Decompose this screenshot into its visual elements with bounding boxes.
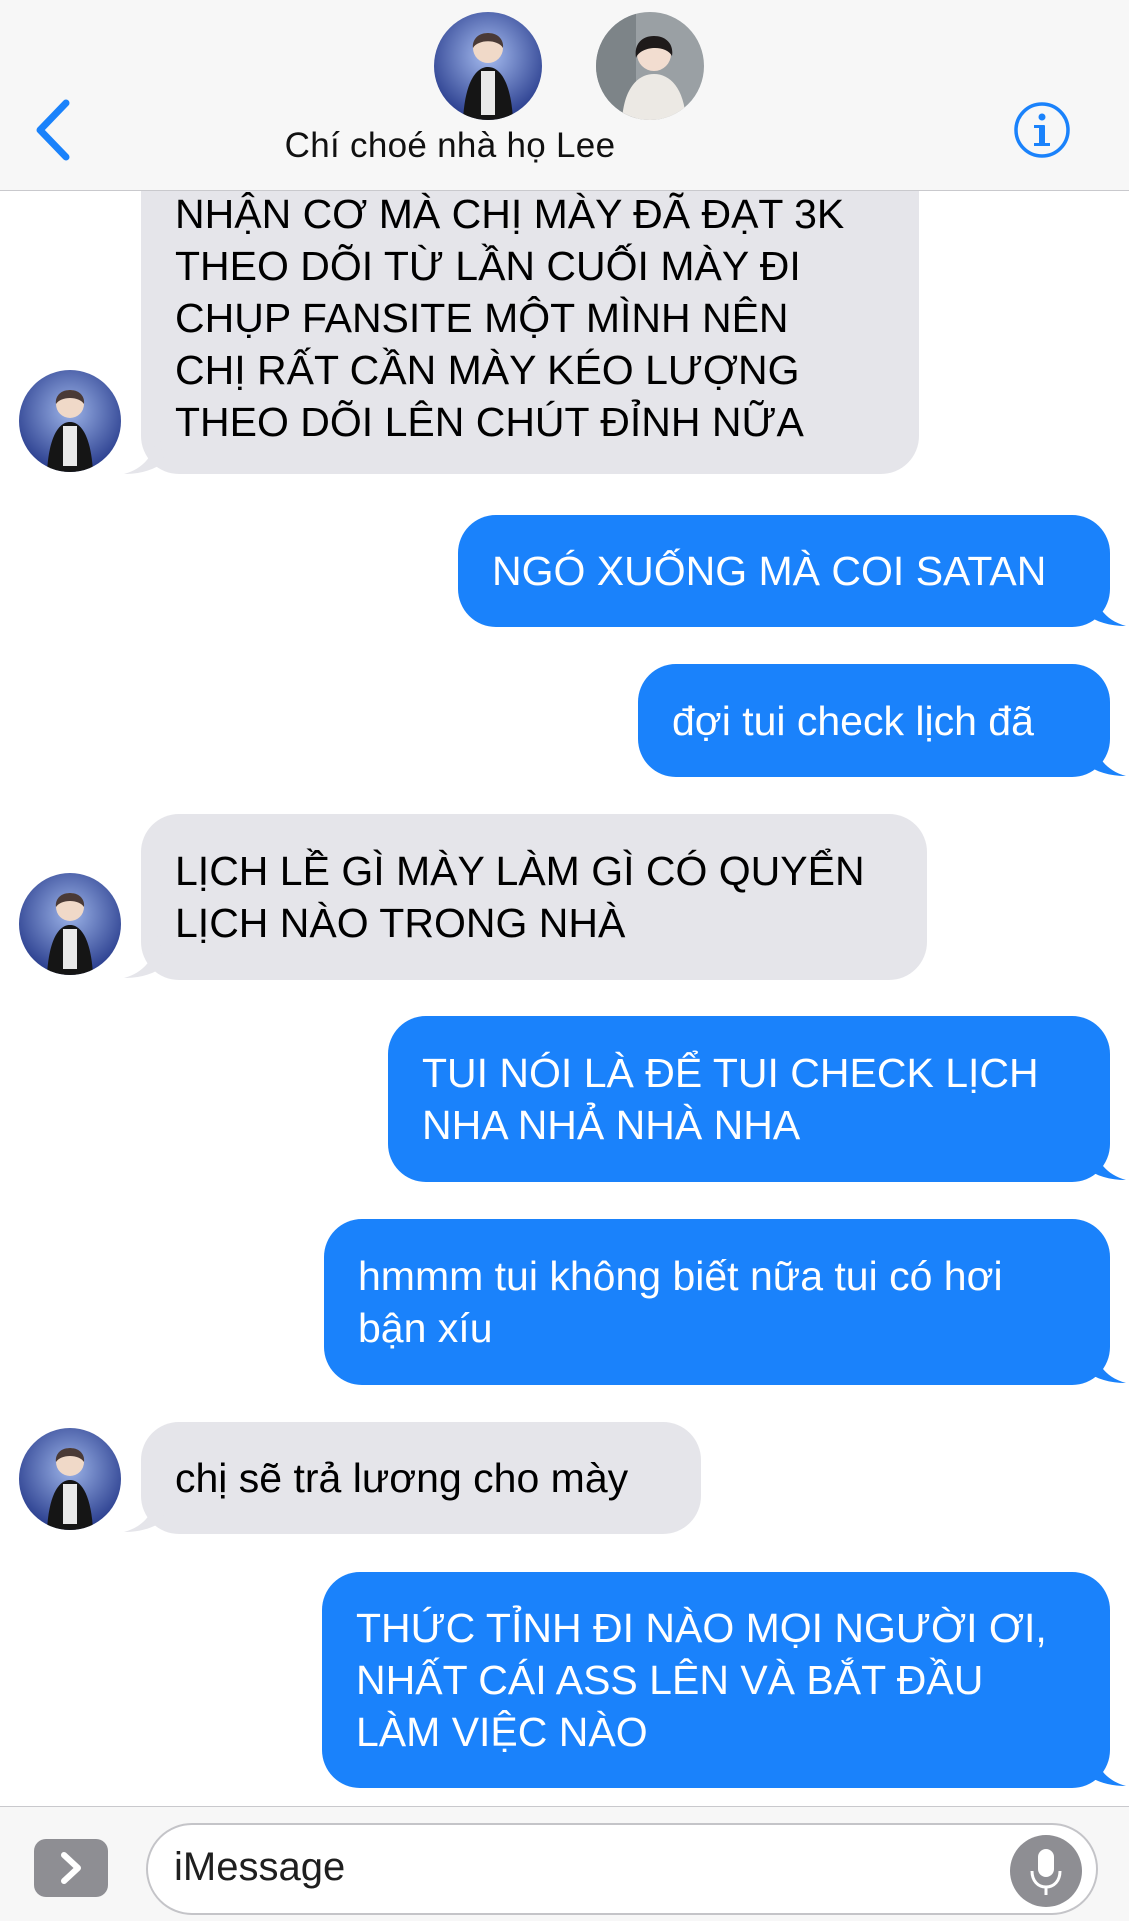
message-bubble-incoming[interactable]: LỊCH LỀ GÌ MÀY LÀM GÌ CÓ QUYỂN LỊCH NÀO … xyxy=(141,814,927,980)
person-avatar-icon xyxy=(596,12,704,120)
message-input[interactable]: iMessage xyxy=(146,1823,1098,1915)
microphone-icon xyxy=(1030,1849,1062,1895)
bubble-tail xyxy=(124,1488,164,1532)
bubble-tail xyxy=(1086,582,1126,626)
bubble-tail xyxy=(124,934,164,978)
sender-avatar[interactable] xyxy=(19,1428,121,1530)
message-bubble-outgoing[interactable]: đợi tui check lịch đã xyxy=(638,664,1110,777)
person-avatar-icon xyxy=(434,12,542,120)
dictation-button[interactable] xyxy=(1010,1835,1082,1907)
bubble-tail xyxy=(124,430,164,474)
message-bubble-outgoing[interactable]: hmmm tui không biết nữa tui có hơi bận x… xyxy=(324,1219,1110,1385)
bubble-tail xyxy=(1086,1339,1126,1383)
bubble-tail xyxy=(1086,1742,1126,1786)
bubble-tail xyxy=(1086,1136,1126,1180)
person-avatar-icon xyxy=(19,1428,121,1530)
sender-avatar[interactable] xyxy=(19,370,121,472)
message-bubble-incoming[interactable]: chị sẽ trả lương cho mày xyxy=(141,1422,701,1534)
message-list[interactable]: NHẬN CƠ MÀ CHỊ MÀY ĐÃ ĐẠT 3K THEO DÕI TỪ… xyxy=(0,0,1129,1804)
sender-avatar[interactable] xyxy=(19,873,121,975)
person-avatar-icon xyxy=(19,370,121,472)
bubble-tail xyxy=(1086,732,1126,776)
message-input-placeholder: iMessage xyxy=(174,1845,346,1889)
message-bubble-outgoing[interactable]: THỨC TỈNH ĐI NÀO MỌI NGƯỜI ƠI, NHẤT CÁI … xyxy=(322,1572,1110,1788)
group-avatar-member-2[interactable] xyxy=(596,12,704,120)
info-icon xyxy=(1014,102,1070,158)
message-bubble-outgoing[interactable]: TUI NÓI LÀ ĐỂ TUI CHECK LỊCH NHA NHẢ NHÀ… xyxy=(388,1016,1110,1182)
person-avatar-icon xyxy=(19,873,121,975)
conversation-title[interactable]: Chí choé nhà họ Lee xyxy=(0,126,900,166)
message-bubble-outgoing[interactable]: NGÓ XUỐNG MÀ COI SATAN xyxy=(458,515,1110,627)
expand-apps-button[interactable] xyxy=(34,1839,108,1897)
info-button[interactable] xyxy=(1012,100,1072,160)
chevron-right-icon xyxy=(61,1852,81,1884)
group-avatar-member-1[interactable] xyxy=(434,12,542,120)
conversation-header: Chí choé nhà họ Lee xyxy=(0,0,1129,191)
compose-bar: iMessage xyxy=(0,1806,1129,1921)
